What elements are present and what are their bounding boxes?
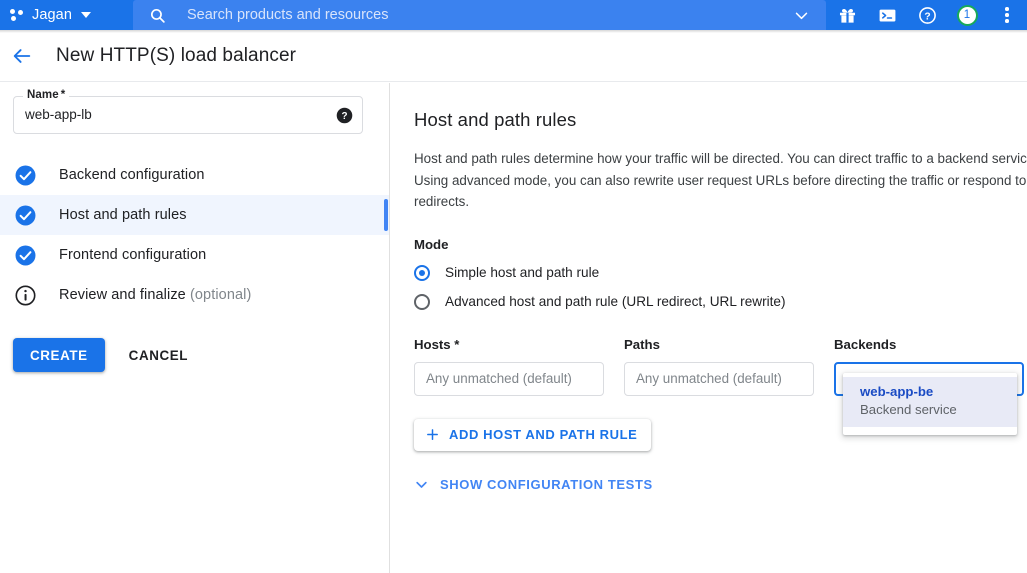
paths-input[interactable]: Any unmatched (default) [624,361,814,396]
section-heading: Host and path rules [414,109,577,130]
radio-simple-host-and-path-rule[interactable]: Simple host and path rule [414,264,1027,281]
radio-advanced-host-and-path-rule[interactable]: Advanced host and path rule (URL redirec… [414,293,1027,310]
backends-column: Backends web-app-be Backend service [834,336,1024,435]
section-description: Host and path rules determine how your t… [414,151,1027,209]
google-cloud-logo-icon [10,8,25,22]
page-title: New HTTP(S) load balancer [56,44,297,66]
more-options-icon[interactable] [987,0,1027,30]
search-chevron-down-icon[interactable] [784,0,818,30]
radio-button-selected-icon[interactable] [414,264,430,281]
project-name-label: Jagan [32,7,73,23]
search-input[interactable]: Search products and resources [187,7,784,23]
info-outline-icon [13,283,37,307]
main-content: Host and path rules Host and path rules … [391,83,1027,573]
cloud-shell-icon[interactable] [867,0,907,30]
sidebar-item-host-and-path-rules[interactable]: Host and path rules [0,195,389,235]
sidebar-item-label: Host and path rules [59,207,187,223]
sidebar-item-review-and-finalize[interactable]: Review and finalize (optional) [0,275,389,315]
sidebar-item-label: Backend configuration [59,167,205,183]
search-bar[interactable]: Search products and resources [133,0,826,30]
notification-count-badge: 1 [956,4,978,26]
lb-name-label-text: Name [27,89,59,101]
required-asterisk: * [450,336,460,352]
lb-name-field[interactable]: Name * web-app-lb ? [13,89,363,134]
add-host-and-path-rule-button[interactable]: ADD HOST AND PATH RULE [414,418,652,451]
wizard-sidebar: Name * web-app-lb ? Backend configuration [0,83,390,573]
lb-name-value[interactable]: web-app-lb [25,107,92,122]
backends-dropdown: web-app-be Backend service [843,372,1017,435]
dropdown-option-subtitle: Backend service [860,401,957,417]
sidebar-item-optional-tag: (optional) [185,287,252,303]
sidebar-item-label-text: Review and finalize [59,287,186,303]
hosts-column: Hosts * Any unmatched (default) [414,337,604,396]
sidebar-item-label: Frontend configuration [59,247,207,263]
host-path-rule-row: Hosts * Any unmatched (default) Paths An… [414,336,1027,435]
create-button[interactable]: CREATE [13,338,105,372]
notifications-button[interactable]: 1 [947,0,987,30]
lb-name-label: Name * [23,89,70,101]
hosts-label-text: Hosts [414,336,451,352]
check-circle-icon [13,203,37,227]
top-bar-actions: ? 1 [827,0,1027,30]
paths-column: Paths Any unmatched (default) [624,337,814,396]
show-configuration-tests-label: SHOW CONFIGURATION TESTS [440,476,653,492]
required-asterisk: * [60,89,66,101]
help-filled-icon[interactable]: ? [336,107,353,124]
gift-icon[interactable] [827,0,867,30]
top-app-bar: Jagan Search products and resources ? 1 [0,0,1027,30]
sidebar-item-frontend-configuration[interactable]: Frontend configuration [0,235,389,275]
paths-label: Paths [624,336,660,352]
wizard-steps: Backend configuration Host and path rule… [0,155,389,315]
project-selector[interactable]: Jagan [0,0,103,30]
help-icon[interactable]: ? [907,0,947,30]
chevron-down-icon [414,477,429,492]
radio-label: Simple host and path rule [445,265,600,280]
hosts-input[interactable]: Any unmatched (default) [414,361,604,396]
dropdown-option-title: web-app-be [860,383,934,399]
chevron-down-icon [81,12,92,18]
sidebar-item-backend-configuration[interactable]: Backend configuration [0,155,389,195]
topbar-shadow [0,30,1027,33]
plus-icon [425,427,440,442]
check-circle-icon [13,243,37,267]
search-icon [146,4,168,26]
show-configuration-tests-toggle[interactable]: SHOW CONFIGURATION TESTS [414,477,653,492]
backends-label: Backends [834,336,897,352]
svg-text:?: ? [341,111,347,122]
radio-label: Advanced host and path rule (URL redirec… [445,294,786,309]
wizard-actions: CREATE CANCEL [13,338,198,372]
radio-button-unselected-icon[interactable] [414,293,430,310]
mode-label: Mode [414,236,449,252]
hosts-label: Hosts * [414,337,604,352]
cancel-button[interactable]: CANCEL [119,338,198,372]
add-host-and-path-rule-label: ADD HOST AND PATH RULE [449,427,638,442]
check-circle-icon [13,163,37,187]
svg-text:?: ? [924,11,930,22]
sidebar-item-label: Review and finalize (optional) [59,287,251,303]
dropdown-option-web-app-be[interactable]: web-app-be Backend service [843,376,1017,427]
page-header: New HTTP(S) load balancer [0,30,1027,82]
back-arrow-icon[interactable] [4,38,40,74]
